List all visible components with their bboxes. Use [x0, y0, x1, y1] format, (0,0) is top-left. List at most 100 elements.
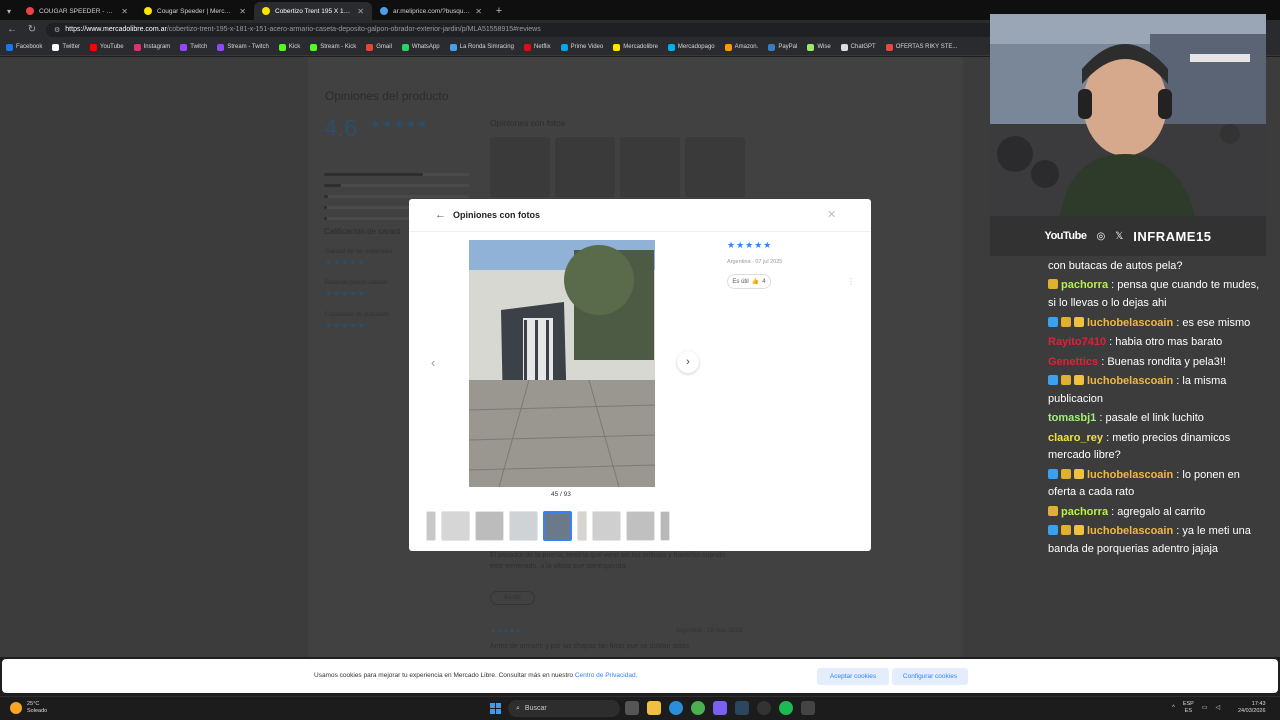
photo-thumb[interactable]	[592, 511, 621, 541]
bookmark-item[interactable]: Instagram	[133, 43, 170, 51]
discord-icon[interactable]	[713, 701, 727, 715]
bookmark-label: Netflix	[533, 44, 551, 50]
back-icon[interactable]: ←	[6, 24, 18, 35]
photo-thumb[interactable]	[426, 511, 436, 541]
chevron-up-icon[interactable]: ^	[1172, 705, 1175, 711]
modal-title: Opiniones con fotos	[453, 210, 540, 220]
bookmark-item[interactable]: Netflix	[523, 43, 551, 51]
bookmark-item[interactable]: Mercadopago	[667, 43, 715, 51]
bookmark-item[interactable]: Kick	[278, 43, 300, 51]
bookmark-item[interactable]: WhatsApp	[401, 43, 440, 51]
review-photo-thumb[interactable]	[685, 137, 745, 197]
keyboard-code: ES	[1184, 707, 1192, 714]
tab-favicon	[26, 7, 34, 15]
streamer-video	[990, 14, 1266, 216]
chat-username: pachorra	[1061, 279, 1109, 292]
search-label: Buscar	[524, 705, 547, 712]
url-input[interactable]: ⚙ https://www.mercadolibre.com.ar/cobert…	[46, 22, 1006, 37]
file-explorer-icon[interactable]	[647, 701, 661, 715]
cookie-text: Usamos cookies para mejorar tu experienc…	[314, 672, 637, 679]
more-options-icon[interactable]: ⋮	[847, 277, 855, 286]
chat-badge-icon	[1061, 375, 1071, 386]
photo-thumb[interactable]	[509, 511, 538, 541]
chat-badge-icon	[1048, 505, 1058, 516]
review-photo-thumb[interactable]	[490, 137, 550, 197]
chevron-left-icon[interactable]: ‹	[431, 355, 435, 370]
helpful-button[interactable]: Es útil 👍 4	[727, 274, 771, 289]
bookmark-item[interactable]: ChatGPT	[840, 43, 876, 51]
bookmark-item[interactable]: Twitter	[52, 43, 80, 51]
instagram-icon: ◎	[1096, 230, 1106, 242]
tab-2[interactable]: Cobertizo Trent 195 X 181 X 151 A ✕	[254, 2, 372, 20]
bookmark-label: Mercadopago	[677, 44, 715, 50]
tab-close-icon[interactable]: ✕	[357, 7, 364, 16]
bookmark-favicon-icon	[366, 43, 374, 51]
chat-message: con butacas de autos pela?	[1048, 258, 1270, 276]
tab-1[interactable]: Cougar Speeder | MercadoLibre ✕	[136, 2, 254, 20]
bookmark-item[interactable]: Mercadolibre	[613, 43, 658, 51]
obs-icon[interactable]	[757, 701, 771, 715]
edge-icon[interactable]	[669, 701, 683, 715]
photo-thumb-selected[interactable]	[543, 511, 572, 541]
close-icon[interactable]: ✕	[827, 208, 836, 221]
chrome-icon[interactable]	[691, 701, 705, 715]
bookmark-item[interactable]: Gmail	[366, 43, 392, 51]
bookmark-item[interactable]: YouTube	[90, 43, 124, 51]
spotify-icon[interactable]	[779, 701, 793, 715]
new-tab-button[interactable]: +	[490, 2, 508, 20]
privacy-center-link[interactable]: Centro de Privacidad.	[575, 672, 638, 679]
configure-cookies-button[interactable]: Configurar cookies	[892, 668, 968, 685]
tab-3[interactable]: ar.meliprice.com/?busqueda=Cob ✕	[372, 2, 490, 20]
twitter-icon: 𝕏	[1115, 230, 1124, 242]
bookmark-item[interactable]: Stream - Kick	[310, 43, 356, 51]
tools-icon[interactable]	[801, 701, 815, 715]
bookmark-item[interactable]: OFERTAS RIKY STE...	[885, 43, 957, 51]
bookmark-item[interactable]: Amazon.	[724, 43, 758, 51]
bookmark-item[interactable]: La Ronda Simracing	[449, 43, 514, 51]
accept-cookies-button[interactable]: Aceptar cookies	[817, 668, 889, 685]
review-helpful-button[interactable]: Es útil	[490, 591, 535, 605]
bookmark-favicon-icon	[667, 43, 675, 51]
chat-username: luchobelascoain	[1087, 316, 1174, 329]
tab-close-icon[interactable]: ✕	[475, 7, 482, 16]
bookmark-item[interactable]: Facebook	[6, 43, 42, 51]
review-photo-thumb[interactable]	[620, 137, 680, 197]
task-view-icon[interactable]	[625, 701, 639, 715]
language-indicator[interactable]: ESP ES	[1183, 701, 1194, 714]
bookmark-item[interactable]: Stream - Twitch	[217, 43, 269, 51]
reload-icon[interactable]: ↻	[26, 24, 38, 35]
network-icon[interactable]: ▭	[1202, 704, 1208, 711]
photo-thumb[interactable]	[660, 511, 670, 541]
tab-close-icon[interactable]: ✕	[121, 7, 128, 16]
chat-username: tomasbj1	[1048, 412, 1097, 425]
bookmark-favicon-icon	[840, 43, 848, 51]
bookmark-favicon-icon	[401, 43, 409, 51]
weather-widget[interactable]: 25°C Soleado	[10, 701, 47, 715]
time: 17:43	[1251, 701, 1266, 707]
photo-thumb[interactable]	[475, 511, 504, 541]
photo-thumb[interactable]	[577, 511, 587, 541]
modal-header: ← Opiniones con fotos ✕	[409, 199, 871, 232]
bookmark-item[interactable]: PayPal	[768, 43, 797, 51]
bookmark-item[interactable]: Prime Video	[560, 43, 603, 51]
photo-thumb[interactable]	[441, 511, 470, 541]
taskbar-search[interactable]: ⌕ Buscar	[508, 700, 620, 717]
tab-0[interactable]: COUGAR SPEEDER - Ergonomic G ✕	[18, 2, 136, 20]
back-arrow-icon[interactable]: ←	[435, 209, 446, 221]
steam-icon[interactable]	[735, 701, 749, 715]
volume-icon[interactable]: ◁	[1216, 704, 1221, 711]
chat-badge-icon	[1074, 375, 1084, 386]
clock[interactable]: 17:43 24/03/2026	[1238, 701, 1266, 715]
bookmark-favicon-icon	[885, 43, 893, 51]
review-photo-thumb[interactable]	[555, 137, 615, 197]
bookmark-item[interactable]: Wise	[807, 43, 831, 51]
bookmark-favicon-icon	[310, 43, 318, 51]
windows-start-icon[interactable]	[490, 703, 501, 714]
tab-close-icon[interactable]: ✕	[239, 7, 246, 16]
chevron-right-icon[interactable]: ›	[677, 351, 699, 373]
tab-search-icon[interactable]: ▾	[0, 2, 18, 20]
photo-thumb[interactable]	[626, 511, 655, 541]
site-info-icon[interactable]: ⚙	[54, 26, 60, 34]
bookmark-item[interactable]: Twitch	[180, 43, 207, 51]
search-icon: ⌕	[516, 704, 520, 712]
